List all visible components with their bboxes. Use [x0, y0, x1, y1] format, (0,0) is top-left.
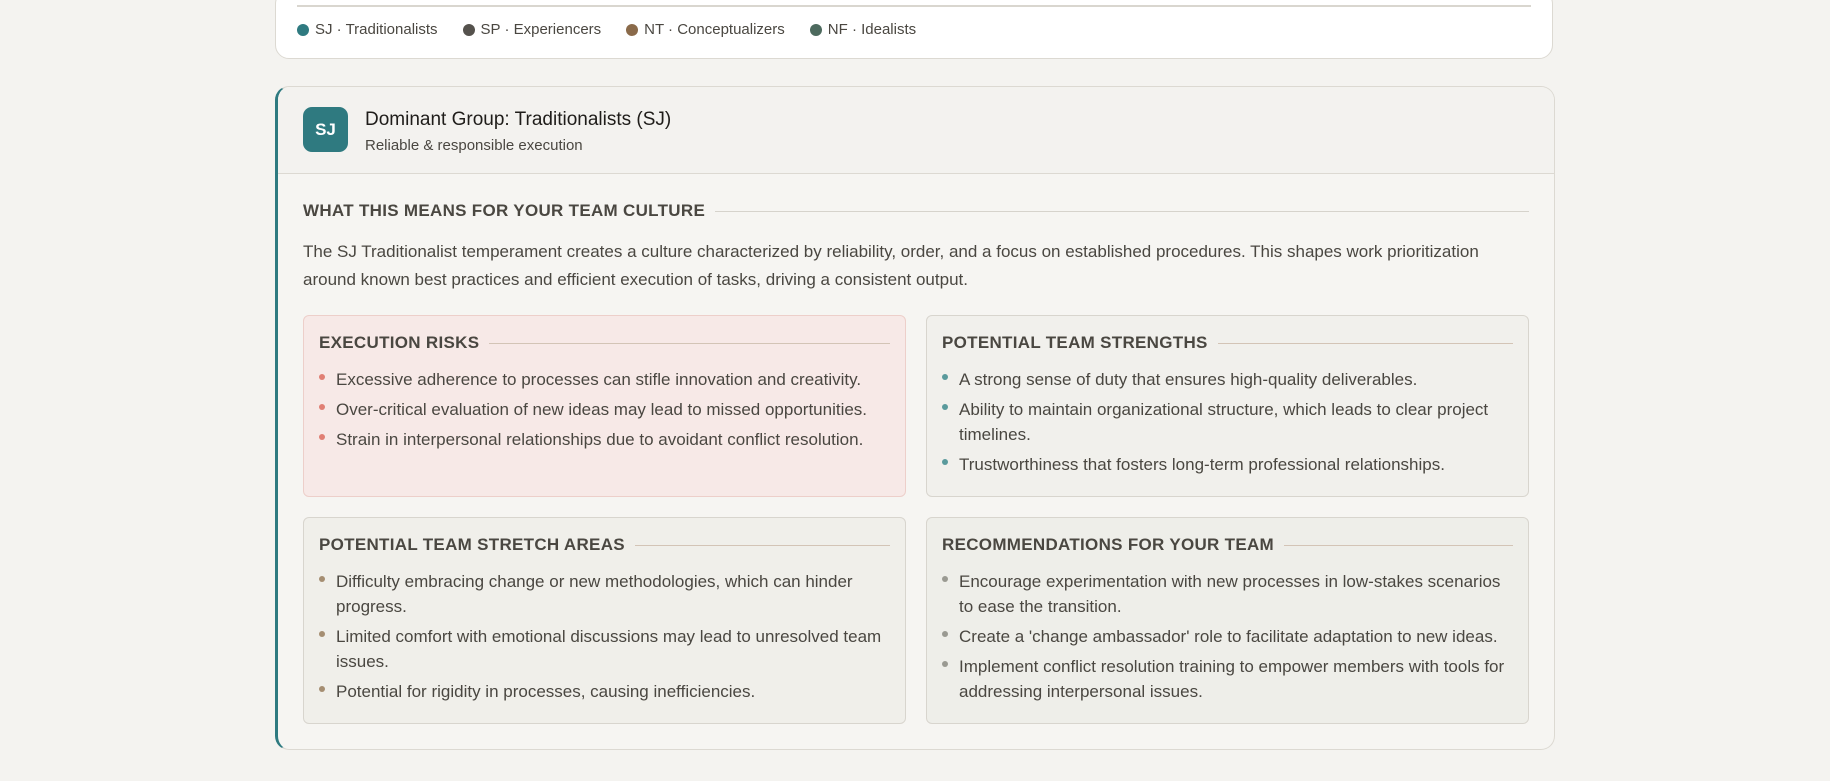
- execution-risks-box: EXECUTION RISKS Excessive adherence to p…: [303, 315, 906, 497]
- legend-dot-nf: [809, 23, 822, 36]
- list-item-text: Over-critical evaluation of new ideas ma…: [336, 400, 868, 419]
- list-item: Over-critical evaluation of new ideas ma…: [319, 397, 890, 422]
- group-title: Dominant Group: Traditionalists (SJ): [365, 109, 672, 130]
- group-badge: SJ: [303, 107, 348, 152]
- legend-label-sj: SJ · Traditionalists: [315, 21, 438, 38]
- list-item: Trustworthiness that fosters long-term p…: [942, 452, 1513, 477]
- heading-divider: [489, 342, 890, 344]
- list-item: Limited comfort with emotional discussio…: [319, 624, 890, 674]
- culture-heading-label: WHAT THIS MEANS FOR YOUR TEAM CULTURE: [303, 201, 706, 220]
- list-item-text: Potential for rigidity in processes, cau…: [336, 682, 756, 701]
- bullet-icon: [942, 459, 948, 465]
- legend-label-sp: SP · Experiencers: [480, 21, 602, 38]
- list-item: Create a 'change ambassador' role to fac…: [942, 624, 1513, 649]
- bullet-icon: [942, 576, 948, 582]
- temperament-legend: SJ · Traditionalists SP · Experiencers N…: [297, 21, 941, 38]
- bullet-icon: [319, 576, 325, 582]
- recommendations-box: RECOMMENDATIONS FOR YOUR TEAM Encourage …: [926, 517, 1529, 724]
- legend-label-nf: NF · Idealists: [827, 21, 917, 38]
- bullet-icon: [319, 434, 325, 440]
- team-strengths-box: POTENTIAL TEAM STRENGTHS A strong sense …: [926, 315, 1529, 497]
- bullet-icon: [942, 404, 948, 410]
- group-subtitle: Reliable & responsible execution: [365, 137, 583, 154]
- list-item-text: Encourage experimentation with new proce…: [959, 572, 1501, 616]
- legend-dot-sj: [297, 23, 309, 36]
- list-item-text: Ability to maintain organizational struc…: [959, 400, 1489, 444]
- execution-risks-list: Excessive adherence to processes can sti…: [319, 367, 890, 452]
- chart-baseline: [297, 5, 1531, 7]
- legend-item-sj: SJ · Traditionalists: [297, 21, 438, 38]
- legend-item-nf: NF · Idealists: [809, 21, 917, 38]
- culture-description: The SJ Traditionalist temperament create…: [303, 242, 1479, 289]
- bullet-icon: [942, 631, 948, 637]
- bullet-icon: [319, 374, 325, 380]
- legend-dot-nt: [626, 23, 639, 36]
- list-item: A strong sense of duty that ensures high…: [942, 367, 1513, 392]
- list-item-text: Create a 'change ambassador' role to fac…: [959, 627, 1498, 646]
- heading-divider: [634, 544, 890, 546]
- bullet-icon: [942, 374, 948, 380]
- stretch-areas-heading: POTENTIAL TEAM STRETCH AREAS: [319, 535, 890, 555]
- stretch-areas-box: POTENTIAL TEAM STRETCH AREAS Difficulty …: [303, 517, 906, 724]
- legend-dot-sp: [462, 23, 475, 36]
- execution-risks-title: EXECUTION RISKS: [319, 333, 480, 352]
- stretch-areas-list: Difficulty embracing change or new metho…: [319, 569, 890, 704]
- list-item: Implement conflict resolution training t…: [942, 654, 1513, 704]
- list-item-text: Limited comfort with emotional discussio…: [336, 627, 882, 671]
- list-item-text: Strain in interpersonal relationships du…: [336, 430, 864, 449]
- list-item-text: A strong sense of duty that ensures high…: [959, 370, 1418, 389]
- heading-divider: [1217, 342, 1513, 344]
- bullet-icon: [319, 404, 325, 410]
- recommendations-title: RECOMMENDATIONS FOR YOUR TEAM: [942, 535, 1275, 554]
- heading-divider: [715, 210, 1529, 212]
- legend-item-sp: SP · Experiencers: [462, 21, 602, 38]
- legend-item-nt: NT · Conceptualizers: [626, 21, 785, 38]
- heading-divider: [1284, 544, 1513, 546]
- list-item: Ability to maintain organizational struc…: [942, 397, 1513, 447]
- recommendations-list: Encourage experimentation with new proce…: [942, 569, 1513, 704]
- list-item-text: Trustworthiness that fosters long-term p…: [959, 455, 1445, 474]
- list-item-text: Excessive adherence to processes can sti…: [336, 370, 862, 389]
- bullet-icon: [942, 661, 948, 667]
- list-item: Strain in interpersonal relationships du…: [319, 427, 890, 452]
- list-item: Excessive adherence to processes can sti…: [319, 367, 890, 392]
- list-item: Difficulty embracing change or new metho…: [319, 569, 890, 619]
- execution-risks-heading: EXECUTION RISKS: [319, 333, 890, 353]
- bullet-icon: [319, 631, 325, 637]
- list-item: Encourage experimentation with new proce…: [942, 569, 1513, 619]
- group-header: SJ Dominant Group: Traditionalists (SJ) …: [278, 87, 1554, 174]
- legend-label-nt: NT · Conceptualizers: [644, 21, 785, 38]
- bullet-icon: [319, 686, 325, 692]
- stretch-areas-title: POTENTIAL TEAM STRETCH AREAS: [319, 535, 625, 554]
- team-strengths-title: POTENTIAL TEAM STRENGTHS: [942, 333, 1208, 352]
- dominant-group-card: SJ Dominant Group: Traditionalists (SJ) …: [275, 86, 1555, 750]
- temperament-chart-card: SJ · Traditionalists SP · Experiencers N…: [275, 0, 1553, 59]
- list-item-text: Difficulty embracing change or new metho…: [336, 572, 853, 616]
- team-strengths-heading: POTENTIAL TEAM STRENGTHS: [942, 333, 1513, 353]
- culture-heading: WHAT THIS MEANS FOR YOUR TEAM CULTURE: [303, 201, 1529, 221]
- list-item: Potential for rigidity in processes, cau…: [319, 679, 890, 704]
- list-item-text: Implement conflict resolution training t…: [959, 657, 1505, 701]
- team-strengths-list: A strong sense of duty that ensures high…: [942, 367, 1513, 477]
- recommendations-heading: RECOMMENDATIONS FOR YOUR TEAM: [942, 535, 1513, 555]
